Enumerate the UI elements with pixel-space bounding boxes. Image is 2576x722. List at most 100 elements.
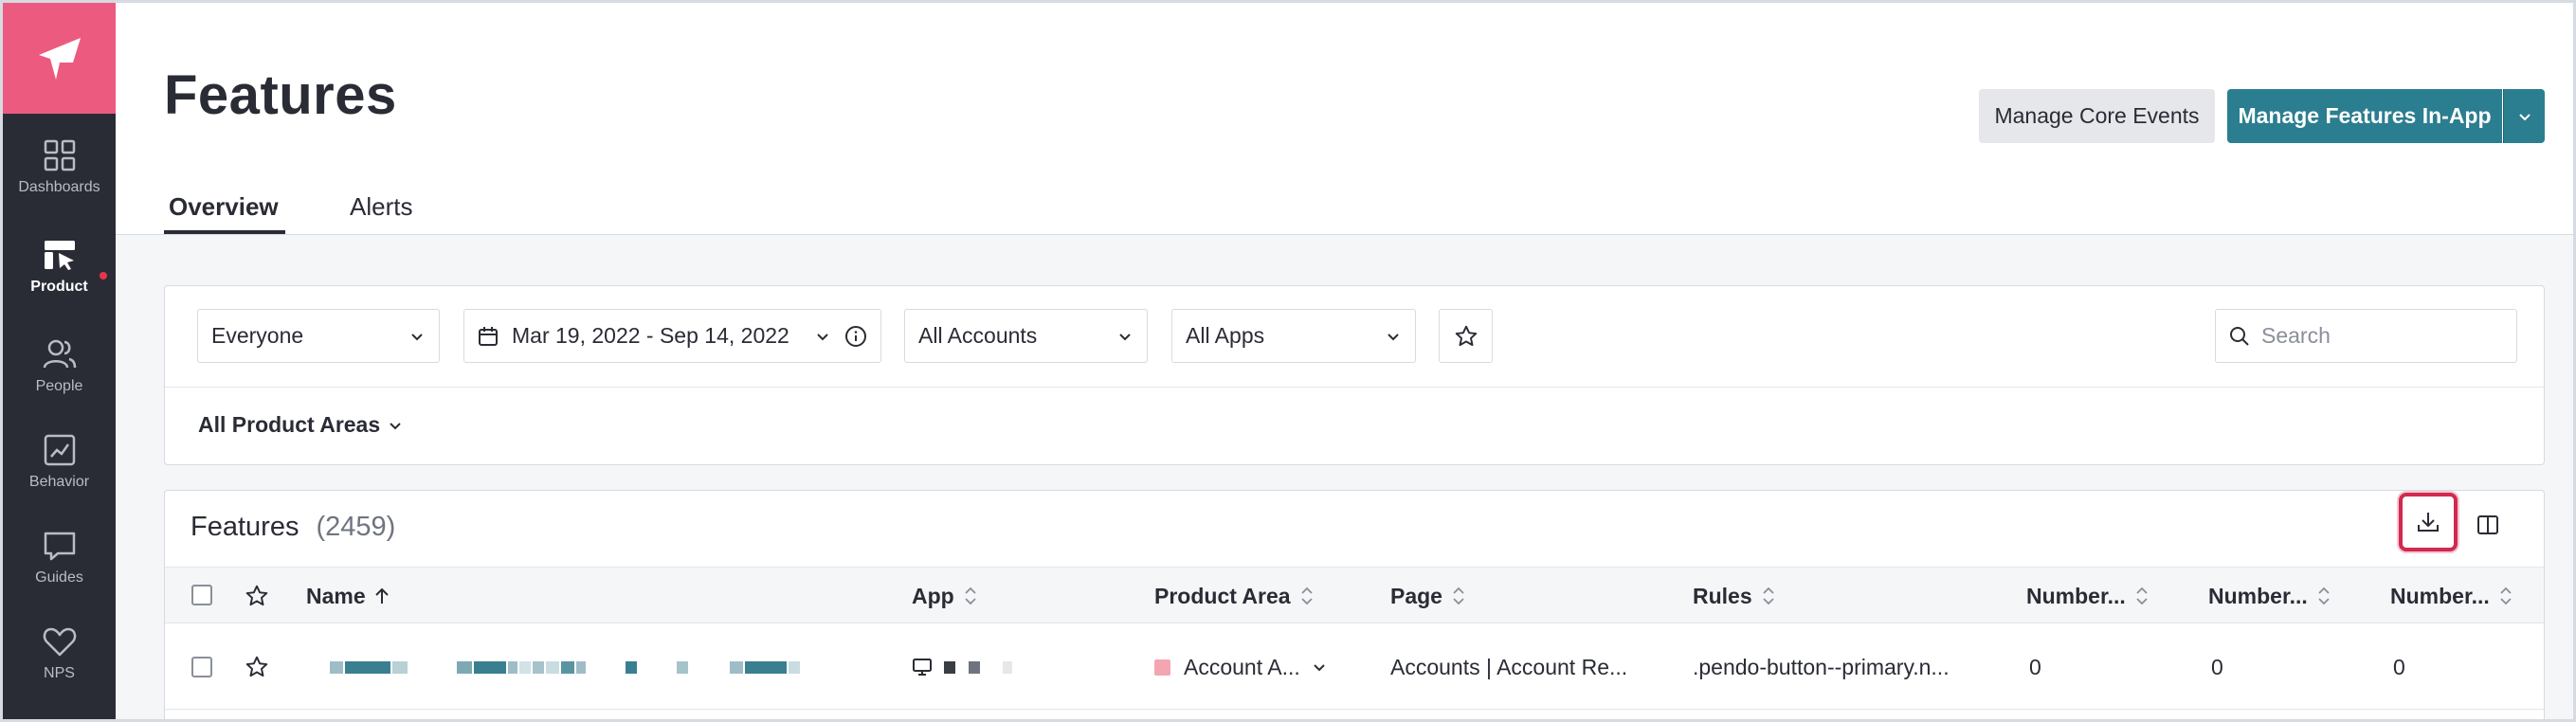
- sidebar-item-people[interactable]: People: [3, 320, 116, 411]
- sidebar-item-behavior[interactable]: Behavior: [3, 416, 116, 507]
- segment-value: Everyone: [211, 323, 304, 348]
- sidebar-item-nps[interactable]: NPS: [3, 607, 116, 698]
- date-range-picker[interactable]: Mar 19, 2022 - Sep 14, 2022: [463, 309, 881, 363]
- apps-dropdown[interactable]: All Apps: [1171, 309, 1416, 363]
- accounts-dropdown[interactable]: All Accounts: [904, 309, 1148, 363]
- filter-panel: Everyone Mar 19, 2022 - Sep 14, 2022 All…: [164, 285, 2545, 465]
- row-checkbox[interactable]: [191, 657, 212, 677]
- table-header: Name App Product Area Page Rules Number.…: [165, 567, 2544, 623]
- date-range-value: Mar 19, 2022 - Sep 14, 2022: [512, 323, 789, 348]
- info-icon[interactable]: [844, 325, 867, 348]
- table-row[interactable]: Account A... Accounts | Account Re... .p…: [165, 624, 2544, 710]
- column-header-rules[interactable]: Rules: [1693, 568, 1775, 624]
- number-cell-1: 0: [2029, 654, 2041, 679]
- search-icon: [2230, 326, 2249, 346]
- chevron-down-icon: [1388, 333, 1399, 340]
- tab-overview[interactable]: Overview: [169, 192, 279, 222]
- sort-icon: [2318, 587, 2330, 605]
- chevron-down-icon: [817, 333, 828, 340]
- sidebar-item-dashboards[interactable]: Dashboards: [3, 121, 116, 212]
- product-area-value: Account A...: [1184, 654, 1300, 679]
- sort-icon: [1763, 587, 1774, 605]
- sort-icon: [2136, 587, 2148, 605]
- column-label: Page: [1390, 583, 1442, 608]
- product-areas-value: All Product Areas: [198, 412, 381, 437]
- chevron-down-icon: [2518, 113, 2531, 120]
- column-label: Rules: [1693, 583, 1752, 608]
- sidebar-item-label: People: [35, 378, 83, 394]
- rules-cell: .pendo-button--primary.n...: [1693, 654, 1950, 679]
- star-icon: [1455, 325, 1477, 346]
- sort-icon: [1300, 587, 1313, 605]
- pendo-logo[interactable]: [3, 3, 116, 114]
- sort-icon: [1453, 587, 1464, 605]
- chevron-down-icon[interactable]: [1312, 659, 1327, 675]
- chevron-down-icon: [1119, 333, 1131, 340]
- column-label: App: [912, 583, 954, 608]
- sidebar-item-label: Product: [30, 279, 88, 295]
- accounts-value: All Accounts: [918, 323, 1038, 348]
- sidebar-item-label: Dashboards: [18, 179, 100, 195]
- download-csv-button[interactable]: [2399, 493, 2458, 551]
- star-icon[interactable]: [245, 655, 269, 679]
- chevron-down-icon: [411, 333, 423, 340]
- column-header-name[interactable]: Name: [306, 568, 390, 624]
- table-title: Features: [190, 512, 299, 542]
- page-title: Features: [164, 64, 397, 126]
- segment-dropdown[interactable]: Everyone: [197, 309, 440, 363]
- search-input[interactable]: [2261, 323, 2498, 349]
- download-icon: [2418, 513, 2439, 532]
- table-heading: Features (2459): [190, 512, 395, 543]
- product-icon: [44, 241, 75, 270]
- app-window: Dashboards Product People Behavior Guide…: [0, 0, 2576, 722]
- sidebar-item-label: NPS: [44, 665, 75, 681]
- manage-core-events-button[interactable]: Manage Core Events: [1979, 89, 2215, 143]
- sidebar-item-label: Guides: [35, 569, 83, 586]
- favorites-filter-button[interactable]: [1439, 309, 1493, 363]
- search-field[interactable]: [2215, 309, 2517, 363]
- chart-icon: [44, 434, 75, 466]
- grid-icon: [44, 139, 75, 171]
- star-icon[interactable]: [245, 584, 269, 608]
- logo-icon: [38, 37, 81, 80]
- people-icon: [43, 339, 76, 369]
- tab-alerts[interactable]: Alerts: [350, 192, 412, 222]
- number-cell-3: 0: [2393, 654, 2405, 679]
- filter-divider: [165, 387, 2544, 388]
- column-header-number-2[interactable]: Number...: [2208, 568, 2331, 624]
- column-header-app[interactable]: App: [912, 568, 977, 624]
- column-chooser-button[interactable]: [2475, 512, 2501, 538]
- column-label: Name: [306, 583, 366, 608]
- select-all-checkbox[interactable]: [191, 585, 212, 605]
- column-label: Number...: [2026, 583, 2126, 608]
- table-count: (2459): [316, 512, 396, 542]
- feature-name-redacted[interactable]: [330, 624, 802, 710]
- sort-ascending-icon: [374, 587, 389, 604]
- columns-icon: [2477, 515, 2498, 534]
- column-header-number-1[interactable]: Number...: [2026, 568, 2149, 624]
- message-icon: [44, 532, 75, 561]
- product-areas-dropdown[interactable]: All Product Areas: [198, 412, 403, 438]
- column-label: Number...: [2208, 583, 2308, 608]
- column-label: Number...: [2390, 583, 2490, 608]
- app-name-redacted: [912, 624, 1014, 710]
- number-cell-2: 0: [2211, 654, 2223, 679]
- heart-icon: [43, 627, 76, 657]
- desktop-icon: [913, 659, 932, 676]
- product-area-color-swatch: [1154, 659, 1170, 676]
- manage-features-dropdown-button[interactable]: [2503, 89, 2545, 143]
- column-header-page[interactable]: Page: [1390, 568, 1465, 624]
- column-header-number-3[interactable]: Number...: [2390, 568, 2513, 624]
- apps-value: All Apps: [1186, 323, 1265, 348]
- sort-icon: [965, 587, 976, 605]
- page-cell[interactable]: Accounts | Account Re...: [1390, 624, 1627, 710]
- chevron-down-icon: [390, 422, 401, 429]
- sidebar-item-label: Behavior: [28, 474, 90, 490]
- column-header-product-area[interactable]: Product Area: [1154, 568, 1314, 624]
- manage-features-in-app-button[interactable]: Manage Features In-App: [2227, 89, 2502, 143]
- column-label: Product Area: [1154, 583, 1291, 608]
- calendar-icon: [479, 326, 498, 346]
- sidebar-item-guides[interactable]: Guides: [3, 512, 116, 603]
- product-area-cell[interactable]: Account A...: [1154, 624, 1327, 710]
- sidebar-item-product[interactable]: Product: [3, 221, 116, 312]
